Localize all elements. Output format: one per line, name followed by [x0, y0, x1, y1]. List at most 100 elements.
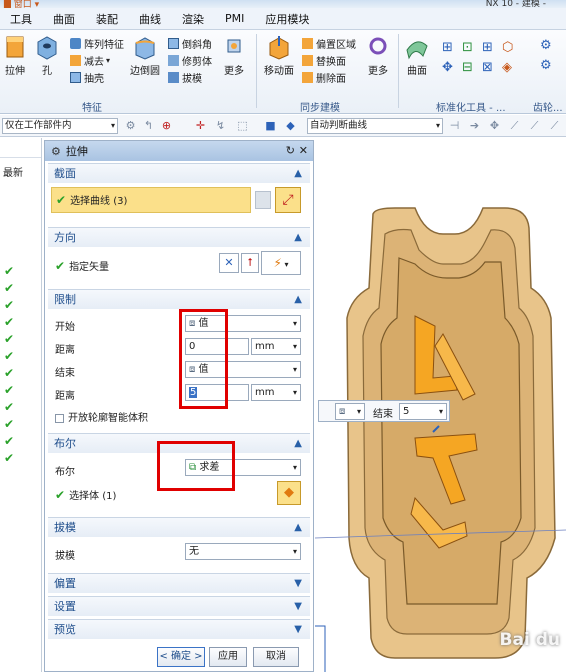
- sketch-section-button[interactable]: [255, 191, 271, 209]
- delete-face-icon: [302, 71, 313, 83]
- check-icon: ✔: [55, 488, 66, 502]
- shell-button[interactable]: 抽壳: [70, 70, 104, 85]
- trim-body-button[interactable]: 修剪体: [168, 53, 212, 68]
- menu-tools[interactable]: 工具: [10, 11, 32, 27]
- vector-type-combo[interactable]: ⚡ ▾: [261, 251, 301, 275]
- curve-button[interactable]: ⤢: [275, 187, 301, 213]
- limits-header[interactable]: 限制 ▲: [48, 289, 310, 309]
- reset-icon[interactable]: ↻: [286, 144, 295, 157]
- tool-icon[interactable]: ⬡: [502, 40, 513, 55]
- edge-blend-button[interactable]: 边倒圆: [128, 34, 162, 77]
- tool-icon[interactable]: ✥: [442, 60, 453, 75]
- popup-type-combo[interactable]: ⧈ ▾: [335, 403, 365, 420]
- sync-more-button[interactable]: 更多: [362, 34, 394, 77]
- menu-pmi[interactable]: PMI: [225, 12, 244, 25]
- section-header[interactable]: 截面 ▲: [48, 163, 310, 183]
- curve-rule-combo[interactable]: 自动判断曲线 ▾: [307, 118, 443, 134]
- subtract-button[interactable]: 减去 ▾: [70, 53, 110, 68]
- tool-icon[interactable]: ⊟: [462, 60, 473, 75]
- chamfer-button[interactable]: 倒斜角: [168, 36, 212, 51]
- ok-button[interactable]: < 确定 >: [157, 647, 205, 667]
- draft-label: 拔模: [55, 551, 75, 562]
- select-body-button[interactable]: ◆: [277, 481, 301, 505]
- tool-icon[interactable]: ⊞: [482, 40, 493, 55]
- direction-header[interactable]: 方向 ▲: [48, 227, 310, 247]
- navigator-header: [0, 138, 41, 158]
- popup-end-label: 结束: [373, 409, 393, 420]
- edge-blend-label: 边倒圆: [130, 66, 160, 77]
- chevron-down-icon: ▼: [294, 624, 302, 635]
- surface-button[interactable]: 曲面: [402, 34, 432, 77]
- move-icon[interactable]: ✥: [488, 119, 501, 132]
- window-title: NX 10 - 建模 -: [485, 0, 546, 8]
- replace-face-button[interactable]: 替换面: [302, 53, 346, 68]
- hole-button[interactable]: 孔: [32, 34, 62, 77]
- draft-button[interactable]: 拔模: [168, 70, 202, 85]
- select-icon[interactable]: ⊕: [160, 119, 173, 132]
- solid-icon[interactable]: ■: [264, 119, 277, 132]
- shell-icon: [70, 71, 81, 83]
- subtract-icon: [70, 54, 81, 66]
- preview-header[interactable]: 预览 ▼: [48, 619, 310, 639]
- hole-icon: [37, 36, 57, 60]
- line-icon[interactable]: ⟋: [528, 119, 541, 132]
- quick-access[interactable]: █ 窗口 ▾: [4, 0, 39, 8]
- tool-icon[interactable]: ⊞: [442, 40, 453, 55]
- arrow-right-icon[interactable]: ➔: [468, 119, 481, 132]
- select-curve-row[interactable]: ✔ 选择曲线 (3): [51, 187, 251, 213]
- vector-icon[interactable]: ↯: [214, 119, 227, 132]
- sync-more-label: 更多: [368, 66, 388, 77]
- menu-surface[interactable]: 曲面: [53, 11, 75, 27]
- menu-render[interactable]: 渲染: [182, 11, 204, 27]
- popup-end-input[interactable]: 5 ▾: [399, 403, 447, 420]
- tool-icon[interactable]: ⊠: [482, 60, 493, 75]
- move-face-button[interactable]: 移动面: [262, 34, 296, 77]
- intersect-icon[interactable]: ⊣: [448, 119, 461, 132]
- filter-icon[interactable]: ⚙: [124, 119, 137, 132]
- menu-application[interactable]: 应用模块: [265, 11, 309, 27]
- extrude-button[interactable]: 拉伸: [0, 34, 30, 77]
- delete-face-button[interactable]: 删除面: [302, 70, 346, 85]
- offset-header[interactable]: 偏置 ▼: [48, 573, 310, 593]
- selection-scope-combo[interactable]: 仅在工作部件内 ▾: [2, 118, 118, 134]
- settings-header[interactable]: 设置 ▼: [48, 596, 310, 616]
- menu-curve[interactable]: 曲线: [139, 11, 161, 27]
- tool-icon[interactable]: ⊡: [462, 40, 473, 55]
- open-profile-checkbox-row[interactable]: 开放轮廓智能体积: [55, 409, 148, 424]
- gear-tool-icon[interactable]: ⚙: [540, 38, 552, 53]
- line-icon[interactable]: ⟋: [548, 119, 561, 132]
- navigator-latest-column[interactable]: 最新: [3, 164, 23, 179]
- checkbox[interactable]: [55, 413, 64, 423]
- gear-icon: ⚙: [51, 144, 61, 158]
- dialog-title-bar: ⚙ 拉伸 ↻ ✕: [45, 141, 313, 161]
- reverse-direction-button[interactable]: ✕: [219, 253, 239, 273]
- draft-header[interactable]: 拔模 ▲: [48, 517, 310, 537]
- cube-icon: ⧈: [339, 406, 346, 417]
- cube-icon[interactable]: ◆: [284, 119, 297, 132]
- gear-tool-icon[interactable]: ⚙: [540, 58, 552, 73]
- hole-label: 孔: [42, 66, 52, 77]
- distance-start-unit[interactable]: mm ▾: [251, 338, 301, 355]
- watermark: Bai du: [499, 630, 560, 650]
- check-icon: ✔: [4, 434, 15, 448]
- distance-end-unit[interactable]: mm ▾: [251, 384, 301, 401]
- apply-button[interactable]: 应用: [209, 647, 247, 667]
- point-icon[interactable]: ✛: [194, 119, 207, 132]
- offset-region-icon: [302, 37, 313, 49]
- cancel-button[interactable]: 取消: [253, 647, 299, 667]
- line-icon[interactable]: ⟋: [508, 119, 521, 132]
- check-icon: ✔: [4, 400, 15, 414]
- select-body-row[interactable]: ✔ 选择体 (1): [55, 487, 116, 502]
- menu-bar: 工具 曲面 装配 曲线 渲染 PMI 应用模块: [0, 8, 566, 30]
- offset-region-button[interactable]: 偏置区域: [302, 36, 356, 51]
- check-icon: ✔: [4, 298, 15, 312]
- box-select-icon[interactable]: ⬚: [236, 119, 249, 132]
- close-icon[interactable]: ✕: [299, 144, 308, 157]
- feature-more-button[interactable]: 更多: [218, 34, 250, 77]
- pattern-feature-button[interactable]: 阵列特征: [70, 36, 124, 51]
- tool-icon[interactable]: ◈: [502, 60, 512, 75]
- menu-assembly[interactable]: 装配: [96, 11, 118, 27]
- vector-dialog-button[interactable]: ⭡: [241, 253, 259, 273]
- snap-icon[interactable]: ↰: [142, 119, 155, 132]
- draft-combo[interactable]: 无 ▾: [185, 543, 301, 560]
